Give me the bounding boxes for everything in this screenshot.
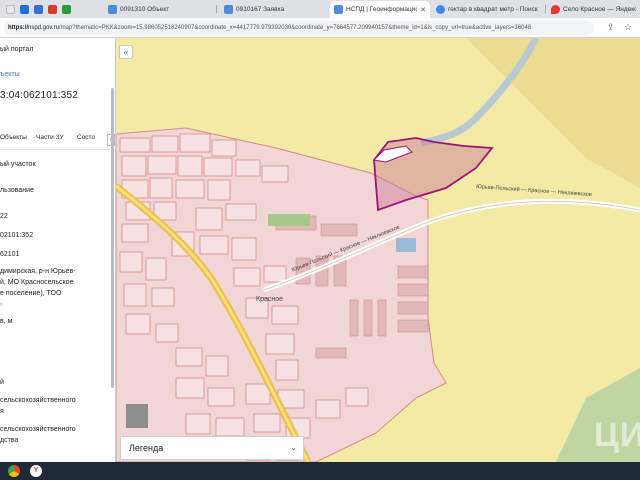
pond	[396, 238, 416, 252]
info-tabs: Объекты Части ЗУ Состо	[0, 134, 114, 148]
tab-parts[interactable]: Части ЗУ	[36, 134, 64, 141]
tab-separator	[545, 5, 546, 13]
area-label: в, м	[0, 318, 13, 325]
os-taskbar: Y	[0, 462, 640, 480]
usage-line-2: дства	[0, 437, 19, 444]
tab-pinned-3[interactable]	[30, 1, 44, 18]
field-cad-number: 02101:352	[0, 232, 34, 239]
mail-red-icon	[48, 5, 57, 14]
tab-google-search[interactable]: гектар в квадрат метр - Поиск	[432, 1, 544, 18]
usage-label: льзование	[0, 187, 34, 194]
object-type: ый участок	[0, 161, 36, 168]
green-strip	[268, 214, 310, 226]
page-icon	[6, 5, 15, 14]
map-canvas	[116, 38, 640, 462]
collapse-panel-button[interactable]: «	[119, 45, 133, 59]
tab-object-0091310[interactable]: 0091310 Объект	[104, 1, 214, 18]
browser-toolbar: https:// nspd.gov.ru /map?thematic=PKK&z…	[0, 18, 640, 38]
vk-icon	[34, 5, 43, 14]
grey-building	[126, 404, 148, 428]
panel-scrollbar[interactable]	[111, 88, 114, 388]
tabs-divider	[0, 149, 114, 150]
category-line-2: сельскохозяйственного	[0, 397, 76, 404]
tab-request-0910167[interactable]: 0910167 Заявка	[220, 1, 328, 18]
tab-title: 0091310 Объект	[120, 6, 170, 13]
nspd-icon	[108, 5, 117, 14]
tab-pinned-2[interactable]	[16, 1, 30, 18]
url-scheme: https://	[8, 25, 28, 31]
chevron-down-icon[interactable]: ⌄	[290, 443, 297, 452]
map-view[interactable]: Красное Юрьев-Польский — Красное — Неклю…	[116, 38, 640, 462]
yandex-maps-icon	[551, 5, 560, 14]
mail-icon	[20, 5, 29, 14]
tab-title: 0910167 Заявка	[236, 6, 285, 13]
url-host: nspd.gov.ru	[28, 25, 59, 31]
tab-title: гектар в квадрат метр - Поиск	[448, 6, 538, 13]
cian-watermark: ЦИАН	[594, 416, 640, 454]
tab-state[interactable]: Состо	[77, 134, 95, 141]
field-value-22: 22	[0, 213, 8, 220]
bookmark-star-icon[interactable]: ☆	[624, 22, 632, 33]
close-icon[interactable]: ✕	[420, 6, 426, 14]
google-icon	[436, 5, 445, 14]
portal-title: ый портал	[0, 46, 34, 53]
url-path: /map?thematic=PKK&zoom=15.98605251824090…	[58, 25, 532, 31]
app-green-icon	[62, 5, 71, 14]
nspd-icon	[224, 5, 233, 14]
tab-objects[interactable]: Объекты	[0, 134, 27, 141]
object-info-panel: ый портал ъекты 3:04:062101:352 Объекты …	[0, 38, 116, 462]
nspd-icon	[334, 5, 343, 14]
address-line-1: димирская, р-н Юрьев-	[0, 268, 76, 275]
tab-yandex-maps[interactable]: Село Красное — Яндекс Карт	[547, 1, 640, 18]
tab-pinned-5[interactable]	[58, 1, 72, 18]
tab-pinned-1[interactable]	[2, 1, 16, 18]
usage-line-1: сельскохозяйственного	[0, 426, 76, 433]
chrome-icon[interactable]	[8, 465, 20, 477]
tab-separator	[216, 5, 217, 13]
tab-pinned-4[interactable]	[44, 1, 58, 18]
share-icon[interactable]: ⇪	[607, 22, 615, 33]
address-bar[interactable]: https:// nspd.gov.ru /map?thematic=PKK&z…	[4, 21, 594, 35]
tab-title: Село Красное — Яндекс Карт	[563, 6, 636, 13]
tab-title: НСПД | Геоинформационный	[346, 6, 417, 13]
browser-tab-strip: 0091310 Объект 0910167 Заявка НСПД | Гео…	[0, 0, 640, 18]
category-line-3: я	[0, 408, 4, 415]
category-line-1: й	[0, 379, 4, 386]
address-line-2: й, МО Красносельское	[0, 279, 74, 286]
field-cad-quarter: 62101	[0, 251, 20, 258]
address-line-3: е поселение), ТОО	[0, 290, 62, 297]
legend-label: Легенда	[129, 443, 164, 453]
village-label: Красное	[256, 296, 284, 303]
yandex-browser-icon[interactable]: Y	[30, 465, 42, 477]
address-more-link[interactable]: ›	[0, 301, 2, 308]
legend-panel[interactable]: Легенда ⌄	[120, 436, 304, 460]
cadastral-number: 3:04:062101:352	[0, 90, 79, 101]
objects-link[interactable]: ъекты	[0, 71, 20, 78]
tab-nspd-active[interactable]: НСПД | Геоинформационный ✕	[330, 1, 430, 18]
